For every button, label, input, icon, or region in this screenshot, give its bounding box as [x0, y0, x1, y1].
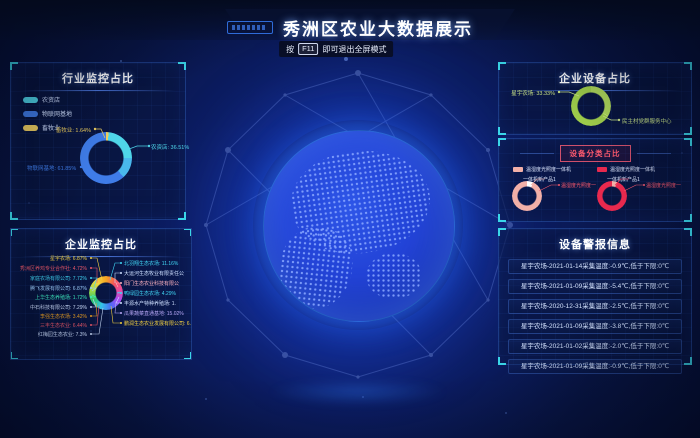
chart-label: 瓜果蔬菜直通基地: 15.02% [124, 310, 184, 317]
alarm-row: 星宇农场-2021-01-09采集温度:-0.9℃,低于下限:0℃ [508, 359, 682, 374]
chart-label: 星宇农场: 33.33% [511, 89, 555, 97]
class-donut-right [597, 181, 627, 211]
chart-label: 星宇农场: 6.87% [50, 255, 87, 262]
chart-label: 红梅园生态农业: 7.3% [38, 331, 87, 338]
industry-donut-chart [80, 132, 132, 184]
alarm-row: 星宇农场-2021-01-14采集温度:-0.9℃,低于下限:0℃ [508, 259, 682, 274]
f11-key-badge: F11 [298, 43, 318, 55]
enterprise-monitor-panel: 企业监控占比 [10, 228, 192, 360]
device-donut-chart [571, 86, 611, 126]
legend-item[interactable]: 温湿度光照度一体机 [597, 166, 655, 173]
chart-label: 大运河生态牧业有限责任公 [124, 270, 184, 277]
title-line [637, 153, 671, 154]
chart-label: 三丰生态农业: 6.44% [40, 322, 87, 329]
enterprise-donut-chart [89, 276, 123, 310]
chart-label: 中石科技有限公司: 7.29% [30, 304, 87, 311]
chart-label: 畜牧业: 1.64% [56, 126, 91, 134]
globe [263, 130, 455, 322]
legend-label: 温湿度光照度一体机 [526, 166, 571, 173]
legend-label: 温湿度光照度一体机 [610, 166, 655, 173]
chart-label: 秀洲区养鸡专业合作社: 4.72% [20, 265, 87, 272]
legend-item[interactable]: 温湿度光照度一体机 [513, 166, 571, 173]
legend-swatch [513, 167, 523, 172]
alarm-row: 星宇农场-2021-01-09采集温度:-3.8℃,低于下限:0℃ [508, 319, 682, 334]
alarm-row: 星宇农场-2021-01-02采集温度:-2.0℃,低于下限:0℃ [508, 339, 682, 354]
chart-label: 鸭绿园生态农场: 4.29% [124, 290, 176, 297]
chart-label: 北羽翔生态农场: 11.16% [124, 260, 178, 267]
chart-label: 农资店: 36.51% [151, 143, 189, 151]
chart-label: 民主村党群服务中心 [622, 117, 672, 125]
chart-label: 鹏润生态农业发展有限公司: 6.87% [124, 320, 192, 327]
page-title: 秀洲区农业大数据展示 [283, 15, 473, 40]
brand-logo [227, 21, 273, 34]
panel-title: 企业设备占比 [499, 70, 691, 86]
chart-label: 物联网基地: 61.85% [27, 164, 76, 172]
title-underline [21, 256, 181, 257]
tip-suffix: 即可退出全屏模式 [322, 44, 386, 55]
chart-label: 温湿度光照度一 [561, 182, 596, 189]
legend-label: 物联网基地 [42, 109, 72, 118]
dashboard: 秀洲区农业大数据展示 按 F11 即可退出全屏模式 行业监控占比 农资店 物联网… [0, 0, 700, 438]
device-ratio-panel: 企业设备占比 星宇农场: 33.33% 民主村党群服务中心 [498, 62, 692, 135]
panel-title: 行业监控占比 [11, 70, 185, 86]
alarm-row: 星宇农场-2020-12-31采集温度:-2.5℃,低于下限:0℃ [508, 299, 682, 314]
chart-label: 温湿度光照度一 [646, 182, 681, 189]
chart-label: 上华生态养殖场: 1.72% [35, 294, 87, 301]
legend-swatch [23, 125, 38, 131]
title-underline [21, 90, 175, 91]
chart-label: 家庭农场有限公司: 7.72% [30, 275, 87, 282]
header: 秀洲区农业大数据展示 [0, 15, 700, 40]
legend-label: 农资店 [42, 95, 60, 104]
globe-landmass [366, 253, 422, 299]
tip-prefix: 按 [286, 44, 294, 55]
alarm-list: 星宇农场-2021-01-14采集温度:-0.9℃,低于下限:0℃ 星宇农场-2… [508, 259, 682, 374]
legend-swatch [23, 111, 38, 117]
industry-monitor-panel: 行业监控占比 农资店 物联网基地 畜牧业 畜牧业: 1.64% [10, 62, 186, 220]
title-line [520, 153, 554, 154]
chart-label: 李强生态农场: 3.42% [40, 313, 87, 320]
chart-label: 丰源水产特种养殖场: 1. [124, 300, 176, 307]
legend-item[interactable]: 物联网基地 [23, 109, 72, 118]
alarm-info-panel: 设备警报信息 星宇农场-2021-01-14采集温度:-0.9℃,低于下限:0℃… [498, 228, 692, 365]
panel-title: 设备分类占比 [560, 145, 631, 162]
legend-item[interactable]: 农资店 [23, 95, 72, 104]
legend-swatch [597, 167, 607, 172]
class-panel-header: 设备分类占比 [499, 145, 691, 162]
fullscreen-tip: 按 F11 即可退出全屏模式 [279, 41, 393, 57]
chart-label: 腾飞发展有限公司: 6.87% [30, 285, 87, 292]
legend-swatch [23, 97, 38, 103]
panel-title: 企业监控占比 [11, 236, 191, 252]
class-donut-left [512, 181, 542, 211]
panel-title: 设备警报信息 [499, 236, 691, 252]
chart-label: 阳门生态农业科技有限公 [124, 280, 179, 287]
alarm-row: 星宇农场-2021-01-09采集温度:-5.4℃,低于下限:0℃ [508, 279, 682, 294]
device-class-panel: 设备分类占比 温湿度光照度一体机 一体机新产品1 温湿度光照度一体机 一体机新产… [498, 138, 692, 222]
globe-reflection [268, 378, 448, 406]
